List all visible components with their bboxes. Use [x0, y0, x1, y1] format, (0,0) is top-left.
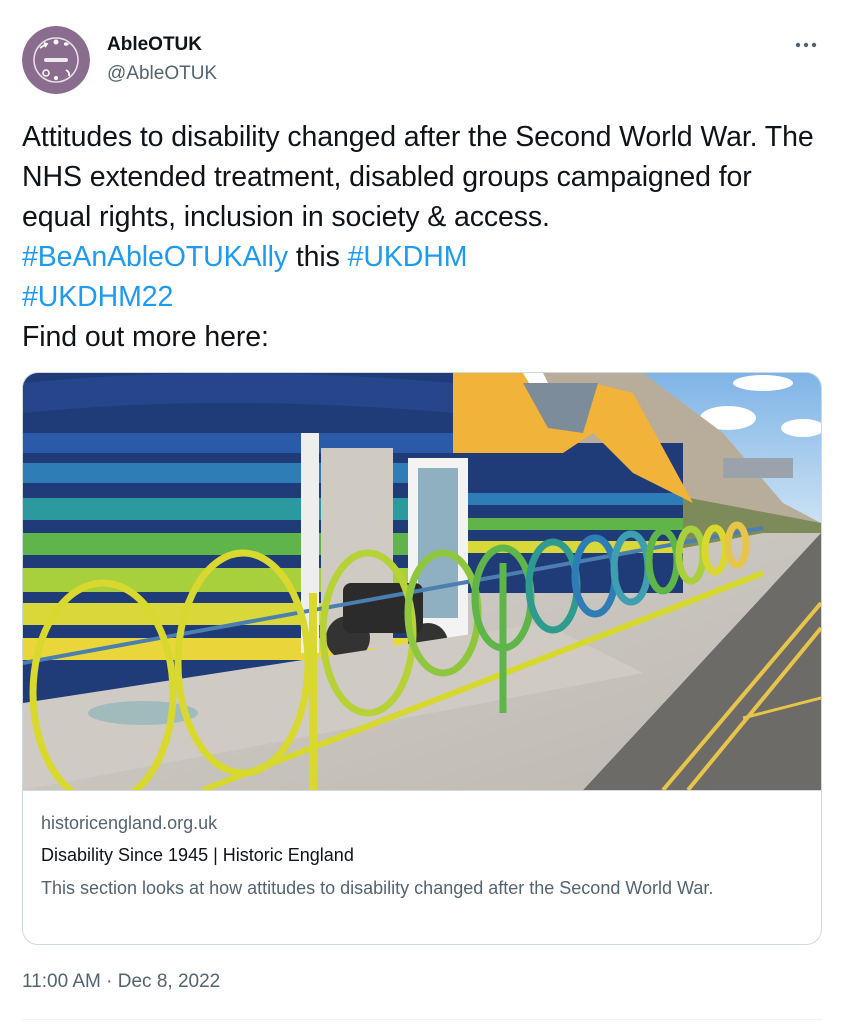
card-photo	[23, 373, 821, 807]
author-handle[interactable]: @AbleOTUK	[107, 63, 217, 85]
timestamp-separator: ·	[100, 971, 118, 992]
tweet-timestamp[interactable]: 11:00 AM · Dec 8, 2022	[22, 971, 220, 993]
card-description: This section looks at how attitudes to d…	[41, 878, 714, 898]
author-display-name[interactable]: AbleOTUK	[107, 34, 202, 56]
hashtag-link[interactable]: #UKDHM	[348, 241, 468, 273]
tweet-date[interactable]: Dec 8, 2022	[118, 971, 220, 992]
card-title: Disability Since 1945 | Historic England	[41, 845, 354, 865]
card-image[interactable]	[23, 373, 821, 807]
hashtag-link[interactable]: #BeAnAbleOTUKAlly	[22, 241, 288, 273]
more-options-button[interactable]	[789, 30, 823, 60]
more-horizontal-icon	[795, 42, 817, 48]
link-card[interactable]: historicengland.org.uk Disability Since …	[22, 372, 822, 945]
tweet-text-body: Find out more here:	[22, 321, 269, 353]
tweet-text-body: this	[288, 241, 348, 273]
divider	[22, 1019, 822, 1020]
tweet-time[interactable]: 11:00 AM	[22, 971, 101, 992]
card-domain: historicengland.org.uk	[41, 813, 218, 833]
tweet-text: Attitudes to disability changed after th…	[22, 117, 822, 357]
hashtag-link[interactable]: #UKDHM22	[22, 281, 173, 313]
tweet-text-body: Attitudes to disability changed after th…	[22, 121, 814, 233]
avatar[interactable]	[22, 26, 90, 94]
ableotuk-logo-icon	[22, 26, 90, 94]
